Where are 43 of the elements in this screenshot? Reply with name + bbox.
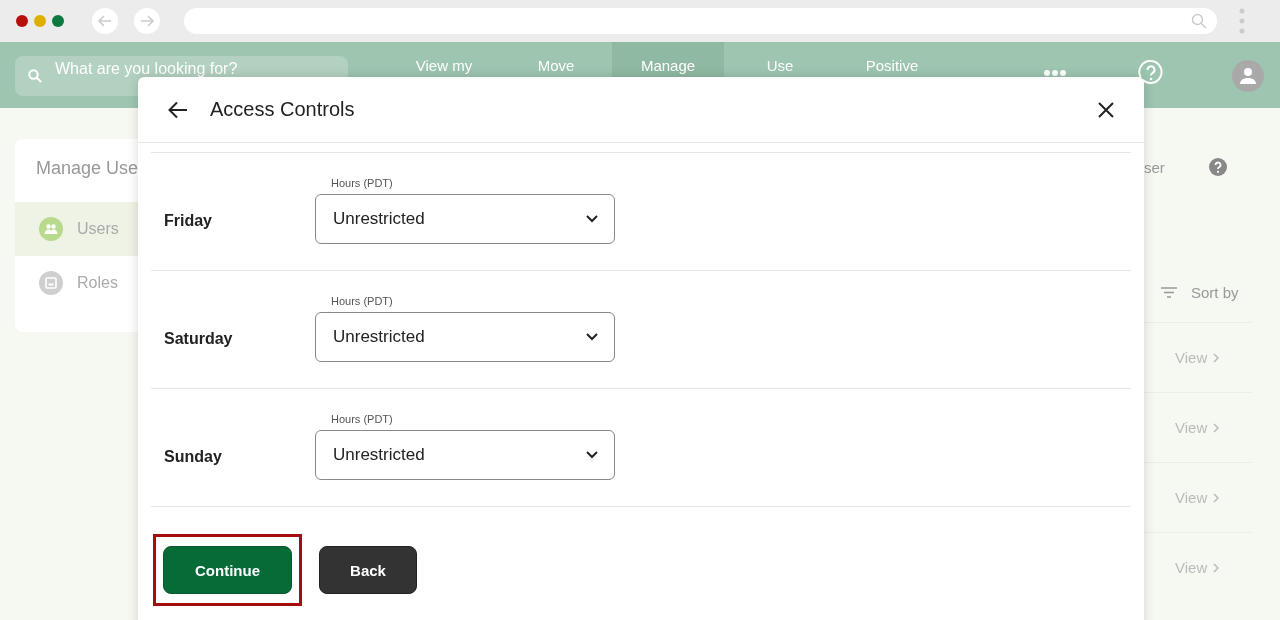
view-link[interactable]: View [1175, 349, 1208, 366]
back-arrow-icon[interactable] [168, 100, 188, 119]
view-link[interactable]: View [1175, 489, 1208, 506]
dialog-title: Access Controls [210, 98, 356, 121]
badge-icon [39, 271, 63, 295]
search-icon [1191, 13, 1207, 29]
users-icon [39, 217, 63, 241]
chevron-down-icon [586, 215, 598, 223]
chevron-right-icon [1213, 352, 1220, 363]
field-label: Hours (PDT) [330, 177, 394, 189]
day-label: Friday [163, 211, 213, 230]
sidebar-title: Manage Use [35, 157, 140, 180]
view-link[interactable]: View [1175, 419, 1208, 436]
maximize-window-dot[interactable] [52, 15, 64, 27]
chevron-down-icon [586, 333, 598, 341]
search-icon [28, 69, 42, 83]
avatar-icon[interactable] [1232, 60, 1264, 92]
chevron-down-icon [586, 451, 598, 459]
close-icon[interactable] [1098, 101, 1114, 118]
back-button[interactable]: Back [319, 546, 417, 594]
help-icon[interactable] [1209, 158, 1227, 176]
day-label: Sunday [163, 447, 223, 466]
view-link[interactable]: View [1175, 559, 1208, 576]
close-window-dot[interactable] [16, 15, 28, 27]
field-label: Hours (PDT) [330, 413, 394, 425]
back-icon[interactable] [92, 8, 118, 34]
sort-button[interactable]: Sort by [1161, 277, 1252, 307]
sidebar-item[interactable]: Roles [15, 256, 315, 310]
menu-icon[interactable] [1239, 8, 1245, 34]
hours-dropdown[interactable]: Unrestricted [315, 312, 615, 362]
more-icon[interactable] [1044, 70, 1066, 76]
chevron-right-icon [1213, 562, 1220, 573]
filter-icon [1161, 286, 1177, 298]
continue-button[interactable]: Continue [163, 546, 292, 594]
field-label: Hours (PDT) [330, 295, 394, 307]
chevron-right-icon [1213, 492, 1220, 503]
page-heading-text: ser [1144, 158, 1165, 176]
hours-dropdown[interactable]: Unrestricted [315, 430, 615, 480]
day-label: Saturday [163, 329, 234, 348]
hours-dropdown[interactable]: Unrestricted [315, 194, 615, 244]
forward-icon[interactable] [134, 8, 160, 34]
minimize-window-dot[interactable] [34, 15, 46, 27]
chevron-right-icon [1213, 422, 1220, 433]
